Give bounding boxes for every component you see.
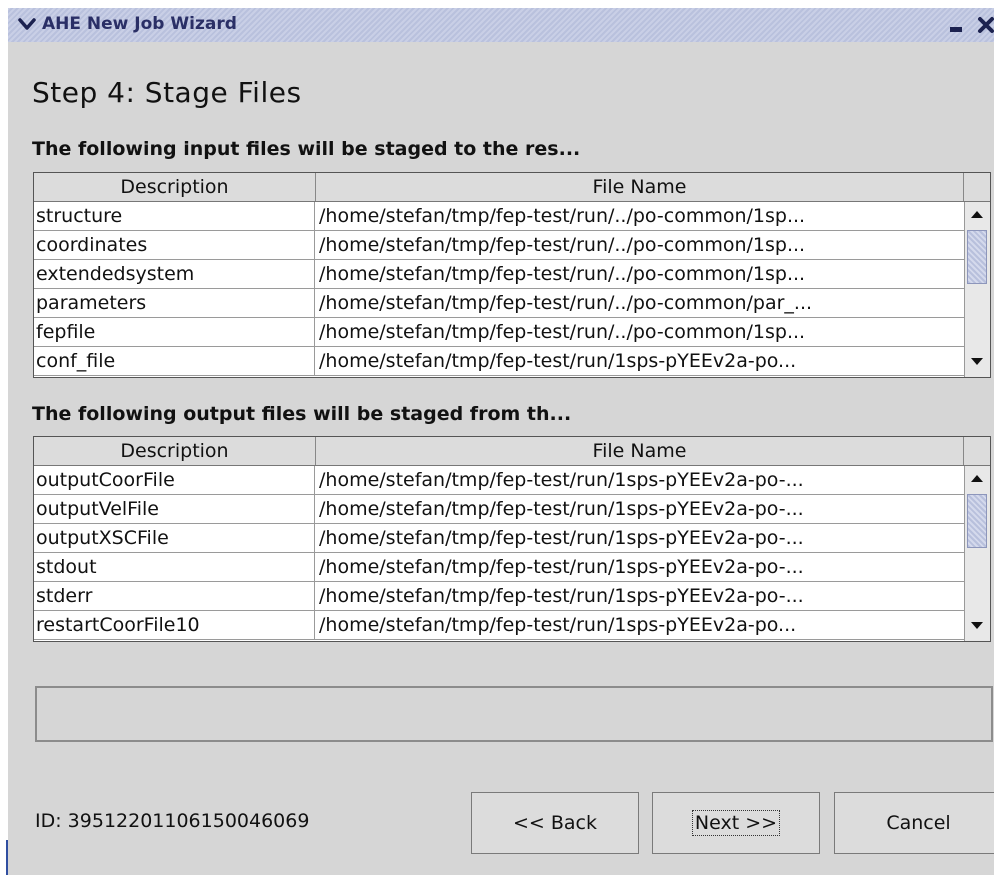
scroll-thumb[interactable] [967, 494, 987, 548]
chevron-down-icon[interactable] [18, 15, 36, 33]
scroll-up-arrow-icon[interactable] [967, 204, 987, 226]
status-panel [35, 686, 993, 742]
table-header-corner [964, 173, 990, 201]
column-header-file-name[interactable]: File Name [316, 173, 964, 201]
cell-file-name: /home/stefan/tmp/fep-test/run/1sps-pYEEv… [319, 556, 804, 578]
next-button-label: Next >> [691, 810, 781, 836]
table-row[interactable]: coordinates /home/stefan/tmp/fep-test/ru… [34, 231, 964, 260]
output-files-label: The following output files will be stage… [32, 403, 572, 425]
cell-description: stderr [36, 582, 315, 610]
cell-file-name: /home/stefan/tmp/fep-test/run/../po-comm… [319, 321, 806, 343]
table-row[interactable]: fepfile /home/stefan/tmp/fep-test/run/..… [34, 318, 964, 347]
table-row[interactable]: outputVelFile /home/stefan/tmp/fep-test/… [34, 495, 964, 524]
page-title: Step 4: Stage Files [32, 76, 302, 109]
cell-description: structure [36, 202, 315, 230]
cell-description: outputXSCFile [36, 524, 315, 552]
table-row[interactable]: structure /home/stefan/tmp/fep-test/run/… [34, 202, 964, 231]
output-table-scrollbar[interactable] [964, 466, 990, 641]
table-row[interactable]: conf_file /home/stefan/tmp/fep-test/run/… [34, 347, 964, 376]
cell-file-name: /home/stefan/tmp/fep-test/run/../po-comm… [319, 234, 806, 256]
cell-description: coordinates [36, 231, 315, 259]
cell-file-name: /home/stefan/tmp/fep-test/run/../po-comm… [319, 205, 806, 227]
table-body: outputCoorFile /home/stefan/tmp/fep-test… [34, 466, 964, 641]
table-row[interactable]: stdout /home/stefan/tmp/fep-test/run/1sp… [34, 553, 964, 582]
cell-description: extendedsystem [36, 260, 315, 288]
cell-file-name: /home/stefan/tmp/fep-test/run/../po-comm… [319, 292, 813, 314]
cell-file-name: /home/stefan/tmp/fep-test/run/1sps-pYEEv… [319, 527, 804, 549]
scroll-up-arrow-icon[interactable] [967, 468, 987, 490]
input-files-table: Description File Name structure /home/st… [33, 172, 991, 378]
table-row[interactable]: outputCoorFile /home/stefan/tmp/fep-test… [34, 466, 964, 495]
window: AHE New Job Wizard Step 4: Stage Files T… [0, 0, 994, 875]
wizard-dialog: Step 4: Stage Files The following input … [8, 42, 994, 875]
table-row[interactable]: restartCoorFile10 /home/stefan/tmp/fep-t… [34, 611, 964, 640]
cell-description: outputVelFile [36, 495, 315, 523]
next-button[interactable]: Next >> [652, 792, 820, 854]
cell-description: parameters [36, 289, 315, 317]
cell-description: restartCoorFile10 [36, 611, 315, 639]
close-icon[interactable] [974, 14, 994, 36]
cell-file-name: /home/stefan/tmp/fep-test/run/../po-comm… [319, 263, 806, 285]
scroll-down-arrow-icon[interactable] [967, 614, 987, 636]
cell-file-name: /home/stefan/tmp/fep-test/run/1sps-pYEEv… [319, 498, 804, 520]
cell-description: stdout [36, 553, 315, 581]
cell-description: conf_file [36, 347, 315, 375]
cell-file-name: /home/stefan/tmp/fep-test/run/1sps-pYEEv… [319, 614, 797, 636]
input-files-label: The following input files will be staged… [32, 138, 581, 160]
cell-file-name: /home/stefan/tmp/fep-test/run/1sps-pYEEv… [319, 585, 804, 607]
output-files-table: Description File Name outputCoorFile /ho… [33, 436, 991, 642]
table-row[interactable]: parameters /home/stefan/tmp/fep-test/run… [34, 289, 964, 318]
input-table-scrollbar[interactable] [964, 202, 990, 377]
back-button[interactable]: << Back [471, 792, 639, 854]
column-header-description[interactable]: Description [34, 437, 316, 465]
cell-file-name: /home/stefan/tmp/fep-test/run/1sps-pYEEv… [319, 350, 797, 372]
table-row[interactable]: stderr /home/stefan/tmp/fep-test/run/1sp… [34, 582, 964, 611]
table-header-corner [964, 437, 990, 465]
minimize-icon[interactable] [946, 14, 968, 36]
window-title: AHE New Job Wizard [42, 14, 237, 34]
table-body: structure /home/stefan/tmp/fep-test/run/… [34, 202, 964, 377]
window-left-edge [0, 0, 8, 875]
cell-description: outputCoorFile [36, 466, 315, 494]
table-header: Description File Name [34, 173, 990, 202]
scroll-down-arrow-icon[interactable] [967, 350, 987, 372]
job-id-label: ID: 39512201106150046069 [35, 810, 310, 832]
cancel-button[interactable]: Cancel [834, 792, 994, 854]
table-row[interactable]: extendedsystem /home/stefan/tmp/fep-test… [34, 260, 964, 289]
column-header-file-name[interactable]: File Name [316, 437, 964, 465]
title-bar[interactable]: AHE New Job Wizard [8, 8, 994, 43]
table-row[interactable]: outputXSCFile /home/stefan/tmp/fep-test/… [34, 524, 964, 553]
table-header: Description File Name [34, 437, 990, 466]
scroll-thumb[interactable] [967, 230, 987, 284]
column-header-description[interactable]: Description [34, 173, 316, 201]
cell-description: fepfile [36, 318, 315, 346]
cell-file-name: /home/stefan/tmp/fep-test/run/1sps-pYEEv… [319, 469, 804, 491]
